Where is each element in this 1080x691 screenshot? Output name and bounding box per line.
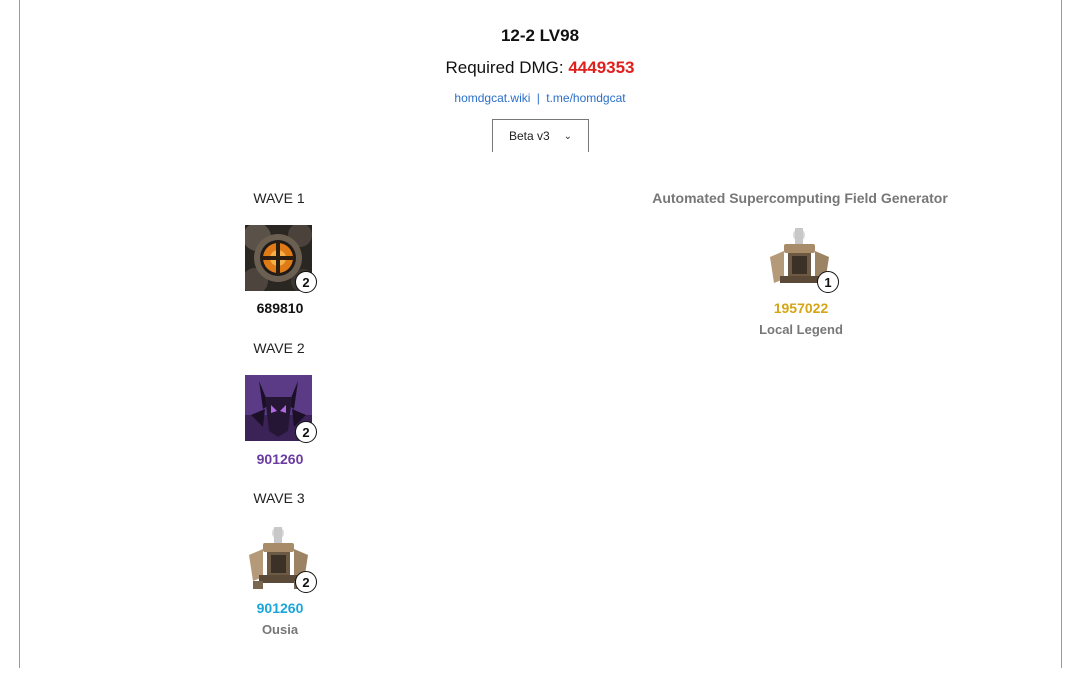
telegram-link[interactable]: t.me/homdgcat xyxy=(546,91,625,105)
link-separator: | xyxy=(536,91,540,105)
enemy-portrait[interactable]: 2 xyxy=(245,525,317,593)
boss-title: Automated Supercomputing Field Generator xyxy=(652,190,948,206)
enemy-hp: 901260 xyxy=(256,600,304,616)
version-select-value: Beta v3 xyxy=(508,129,550,143)
wiki-link[interactable]: homdgcat.wiki xyxy=(454,91,530,105)
enemy-tag: Ousia xyxy=(261,622,299,637)
enemy-hp: 901260 xyxy=(256,451,304,467)
required-damage-label: Required DMG: xyxy=(445,58,564,77)
enemy-count-badge: 2 xyxy=(295,271,317,293)
wave-label: WAVE 3 xyxy=(253,490,305,506)
version-select[interactable]: Beta v3 ⌄ xyxy=(492,119,589,152)
source-links: homdgcat.wiki | t.me/homdgcat xyxy=(0,91,1080,105)
enemy-portrait[interactable]: 2 xyxy=(245,375,317,443)
chevron-down-icon: ⌄ xyxy=(563,130,573,142)
wave-label: WAVE 2 xyxy=(253,340,305,356)
stage-title: 12-2 LV98 xyxy=(500,26,580,45)
enemy-hp: 689810 xyxy=(256,300,304,316)
enemy-count-badge: 2 xyxy=(295,571,317,593)
enemy-count-badge: 2 xyxy=(295,421,317,443)
wave-label: WAVE 1 xyxy=(253,190,305,206)
boss-tag: Local Legend xyxy=(759,322,843,337)
boss-hp: 1957022 xyxy=(773,300,829,316)
required-damage-value: 4449353 xyxy=(568,58,635,77)
enemy-count-badge: 1 xyxy=(817,271,839,293)
boss-portrait[interactable]: 1 xyxy=(766,225,839,293)
enemy-portrait[interactable]: 2 xyxy=(245,225,317,293)
required-damage: Required DMG: 4449353 xyxy=(0,58,1080,78)
